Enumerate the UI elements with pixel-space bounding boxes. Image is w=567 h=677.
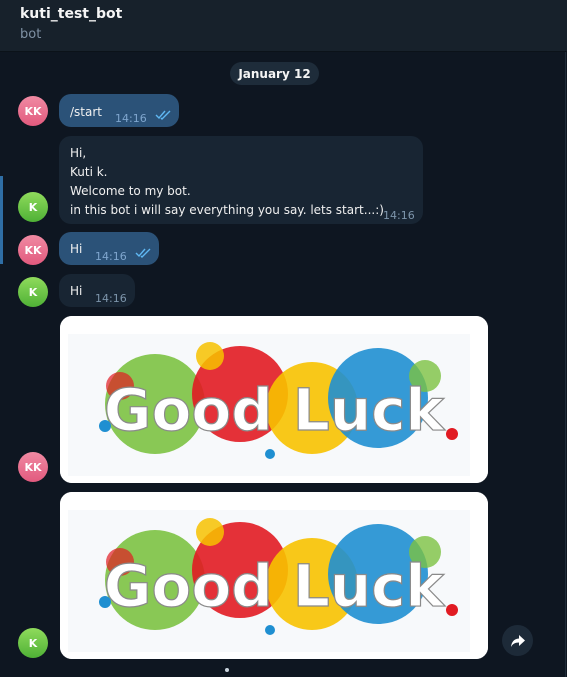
chat-subtitle: bot xyxy=(20,27,42,42)
message-line: Kuti k. xyxy=(70,165,108,179)
message-line: in this bot i will say everything you sa… xyxy=(70,203,384,217)
message-time: 14:16 xyxy=(95,250,127,263)
message-text: Hi xyxy=(70,242,83,256)
message-text: /start xyxy=(70,105,102,119)
double-check-icon xyxy=(135,248,151,258)
chat-header[interactable]: kuti_test_bot bot xyxy=(0,0,567,52)
image-caption: Good Luck xyxy=(104,552,446,620)
avatar[interactable]: K xyxy=(18,277,48,307)
good-luck-image: Good Luck xyxy=(60,316,488,483)
photo-message[interactable]: Good Luck xyxy=(60,492,488,659)
image-caption: Good Luck xyxy=(104,376,446,444)
message-line: Hi, xyxy=(70,146,87,160)
message-time: 14:16 xyxy=(383,209,415,222)
avatar[interactable]: K xyxy=(18,192,48,222)
date-divider: January 12 xyxy=(230,62,319,85)
message-bubble-incoming[interactable]: Hi, Kuti k. Welcome to my bot. in this b… xyxy=(59,136,423,224)
forward-button[interactable] xyxy=(502,625,533,656)
good-luck-image: Good Luck xyxy=(60,492,488,659)
message-bubble-incoming[interactable]: Hi 14:16 xyxy=(59,274,135,307)
left-accent-bar xyxy=(0,176,3,264)
message-bubble-outgoing[interactable]: Hi 14:16 xyxy=(59,232,159,265)
scrollbar-track xyxy=(565,52,566,677)
avatar[interactable]: KK xyxy=(18,235,48,265)
message-time: 14:16 xyxy=(115,112,147,125)
share-arrow-icon xyxy=(510,634,525,647)
avatar[interactable]: KK xyxy=(18,96,48,126)
double-check-icon xyxy=(155,110,171,120)
scroll-indicator xyxy=(225,668,229,672)
chat-title: kuti_test_bot xyxy=(20,6,123,22)
avatar[interactable]: KK xyxy=(18,452,48,482)
message-line: Welcome to my bot. xyxy=(70,184,191,198)
message-text: Hi xyxy=(70,284,83,298)
message-text: Hi, Kuti k. Welcome to my bot. in this b… xyxy=(70,144,384,220)
photo-message[interactable]: Good Luck xyxy=(60,316,488,483)
avatar[interactable]: K xyxy=(18,628,48,658)
message-bubble-outgoing[interactable]: /start 14:16 xyxy=(59,94,179,127)
message-time: 14:16 xyxy=(95,292,127,305)
